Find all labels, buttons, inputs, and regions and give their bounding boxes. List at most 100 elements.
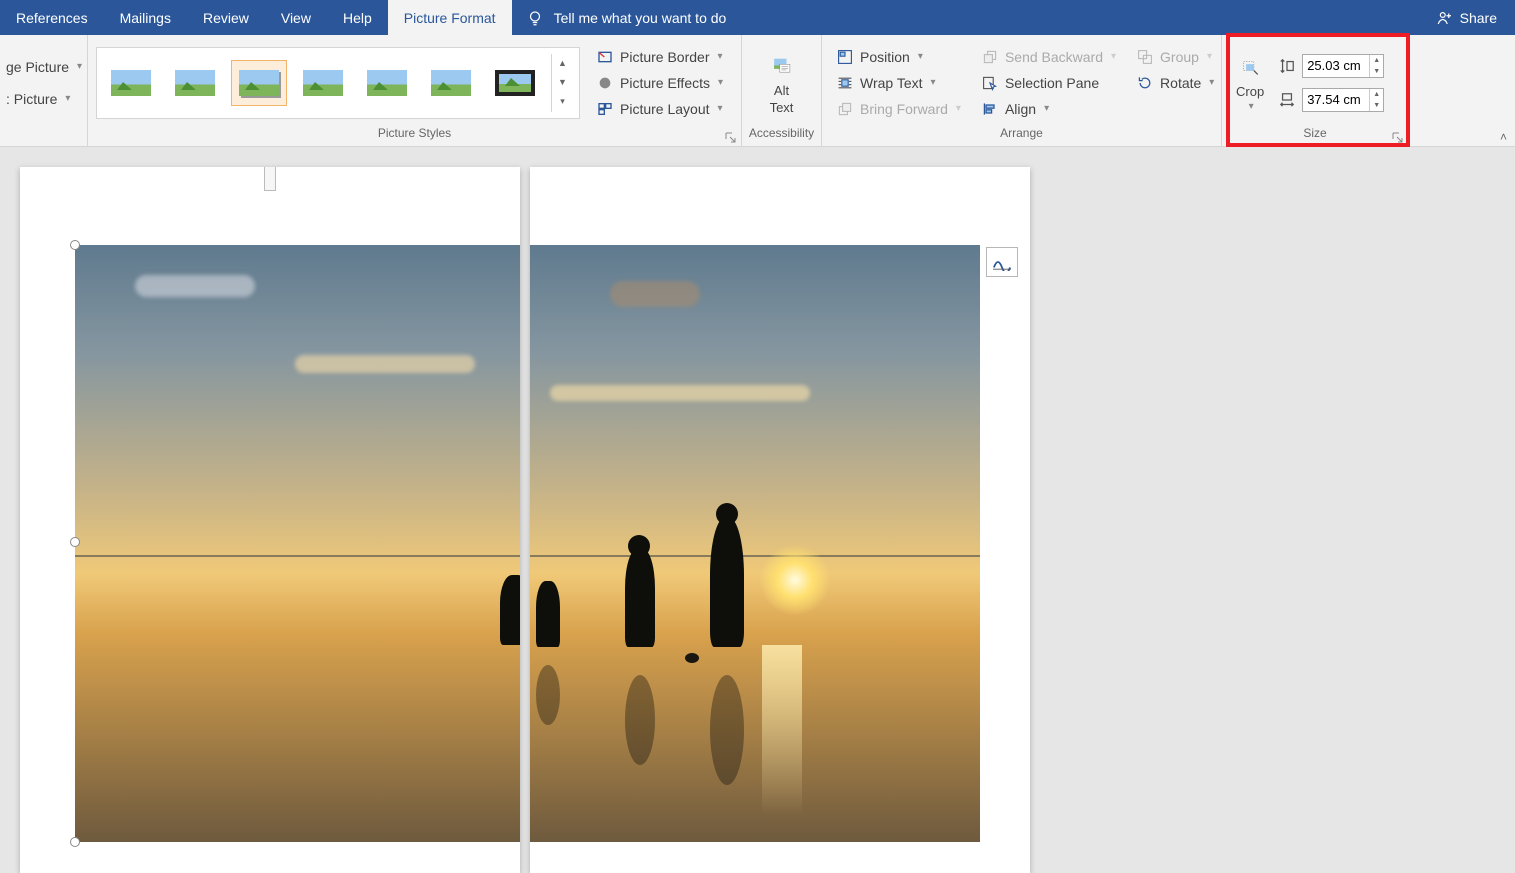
selection-handle-bl[interactable] (70, 837, 80, 847)
ribbon-group-picture-styles: ▲ ▼ ▾ Picture Border ▾ Picture Effects ▾ (88, 35, 742, 146)
change-picture-label: ge Picture (6, 59, 69, 75)
chevron-down-icon: ▾ (718, 103, 723, 114)
alt-text-button[interactable]: Alt Text (760, 47, 804, 119)
chevron-down-icon: ▾ (956, 103, 961, 114)
ribbon-group-arrange: Position ▾ Wrap Text ▾ Bring Forward ▾ (822, 35, 1222, 146)
tab-mailings[interactable]: Mailings (104, 0, 187, 35)
layout-options-button[interactable] (986, 247, 1018, 277)
picture-style-7[interactable] (487, 60, 543, 106)
align-icon (981, 100, 999, 118)
width-down[interactable]: ▼ (1370, 100, 1383, 111)
alt-text-icon (766, 51, 798, 81)
tab-picture-format[interactable]: Picture Format (388, 0, 512, 35)
page-gutter-marker (264, 167, 276, 191)
width-up[interactable]: ▲ (1370, 89, 1383, 100)
chevron-down-icon: ▾ (1249, 101, 1254, 112)
selection-pane-icon (981, 74, 999, 92)
reset-picture-button[interactable]: : Picture ▾ (0, 88, 76, 110)
align-button[interactable]: Align ▾ (975, 97, 1122, 121)
chevron-down-icon: ▾ (1111, 51, 1116, 62)
ribbon: ge Picture ▾ : Picture ▾ ▲ ▼ (0, 35, 1515, 147)
position-icon (836, 48, 854, 66)
inserted-picture-right-half[interactable] (530, 245, 980, 842)
crop-icon (1236, 54, 1264, 82)
document-canvas[interactable] (0, 147, 1515, 873)
group-label-picture-styles: Picture Styles (378, 126, 451, 140)
group-icon (1136, 48, 1154, 66)
change-picture-button[interactable]: ge Picture ▾ (0, 56, 88, 78)
selection-pane-label: Selection Pane (1005, 75, 1099, 91)
height-input[interactable]: 25.03 cm ▲▼ (1302, 54, 1384, 78)
picture-effects-label: Picture Effects (620, 75, 710, 91)
selection-handle-tl[interactable] (70, 240, 80, 250)
group-label: Group (1160, 49, 1199, 65)
reset-picture-label: : Picture (6, 91, 57, 107)
collapse-ribbon-button[interactable]: ˄ (1500, 130, 1507, 144)
gallery-scroll-down[interactable]: ▼ (552, 73, 573, 92)
gallery-expand[interactable]: ▾ (552, 92, 573, 111)
picture-style-1[interactable] (103, 60, 159, 106)
height-down[interactable]: ▼ (1370, 66, 1383, 77)
tell-me-placeholder: Tell me what you want to do (554, 10, 727, 26)
share-button[interactable]: Share (1418, 0, 1515, 35)
send-backward-icon (981, 48, 999, 66)
alt-text-label-2: Text (770, 100, 794, 115)
chevron-down-icon: ▾ (931, 77, 936, 88)
ribbon-group-accessibility: Alt Text Accessibility (742, 35, 822, 146)
size-dialog-launcher[interactable] (1392, 132, 1404, 144)
chevron-down-icon: ▾ (1209, 77, 1214, 88)
chevron-down-icon: ▾ (77, 61, 82, 72)
picture-effects-icon (596, 74, 614, 92)
page-1 (20, 167, 520, 873)
page-2 (530, 167, 1030, 873)
width-value: 37.54 cm (1303, 92, 1369, 107)
share-icon (1436, 9, 1454, 27)
picture-style-4[interactable] (295, 60, 351, 106)
group-label-arrange: Arrange (1000, 126, 1043, 140)
picture-style-2[interactable] (167, 60, 223, 106)
lightbulb-icon (526, 9, 544, 27)
selection-handle-ml[interactable] (70, 537, 80, 547)
picture-border-icon (596, 48, 614, 66)
picture-style-3[interactable] (231, 60, 287, 106)
position-label: Position (860, 49, 910, 65)
share-label: Share (1460, 10, 1497, 26)
tab-help[interactable]: Help (327, 0, 388, 35)
height-up[interactable]: ▲ (1370, 55, 1383, 66)
chevron-down-icon: ▾ (718, 77, 723, 88)
tab-references[interactable]: References (0, 0, 104, 35)
group-label-accessibility: Accessibility (749, 126, 814, 140)
wrap-text-icon (836, 74, 854, 92)
picture-styles-dialog-launcher[interactable] (725, 132, 737, 144)
tab-review[interactable]: Review (187, 0, 265, 35)
inserted-picture-left-half[interactable] (75, 245, 520, 842)
gallery-scroll-up[interactable]: ▲ (552, 54, 573, 73)
selection-pane-button[interactable]: Selection Pane (975, 71, 1122, 95)
bring-forward-label: Bring Forward (860, 101, 948, 117)
width-input[interactable]: 37.54 cm ▲▼ (1302, 88, 1384, 112)
chevron-down-icon: ▾ (717, 51, 722, 62)
tab-view[interactable]: View (265, 0, 327, 35)
picture-border-button[interactable]: Picture Border ▾ (590, 45, 729, 69)
rotate-label: Rotate (1160, 75, 1201, 91)
crop-button[interactable]: Crop ▾ (1230, 50, 1270, 116)
group-button: Group ▾ (1130, 45, 1220, 69)
picture-style-6[interactable] (423, 60, 479, 106)
chevron-down-icon: ▾ (918, 51, 923, 62)
position-button[interactable]: Position ▾ (830, 45, 967, 69)
rotate-button[interactable]: Rotate ▾ (1130, 71, 1220, 95)
align-label: Align (1005, 101, 1036, 117)
tell-me-search[interactable]: Tell me what you want to do (512, 0, 741, 35)
chevron-down-icon: ▾ (1044, 103, 1049, 114)
alt-text-label-1: Alt (774, 83, 789, 98)
send-backward-label: Send Backward (1005, 49, 1103, 65)
chevron-down-icon: ▾ (65, 93, 70, 104)
picture-border-label: Picture Border (620, 49, 709, 65)
send-backward-button: Send Backward ▾ (975, 45, 1122, 69)
picture-layout-icon (596, 100, 614, 118)
picture-style-5[interactable] (359, 60, 415, 106)
wrap-text-button[interactable]: Wrap Text ▾ (830, 71, 967, 95)
picture-layout-button[interactable]: Picture Layout ▾ (590, 97, 729, 121)
picture-effects-button[interactable]: Picture Effects ▾ (590, 71, 729, 95)
height-icon (1278, 57, 1296, 75)
